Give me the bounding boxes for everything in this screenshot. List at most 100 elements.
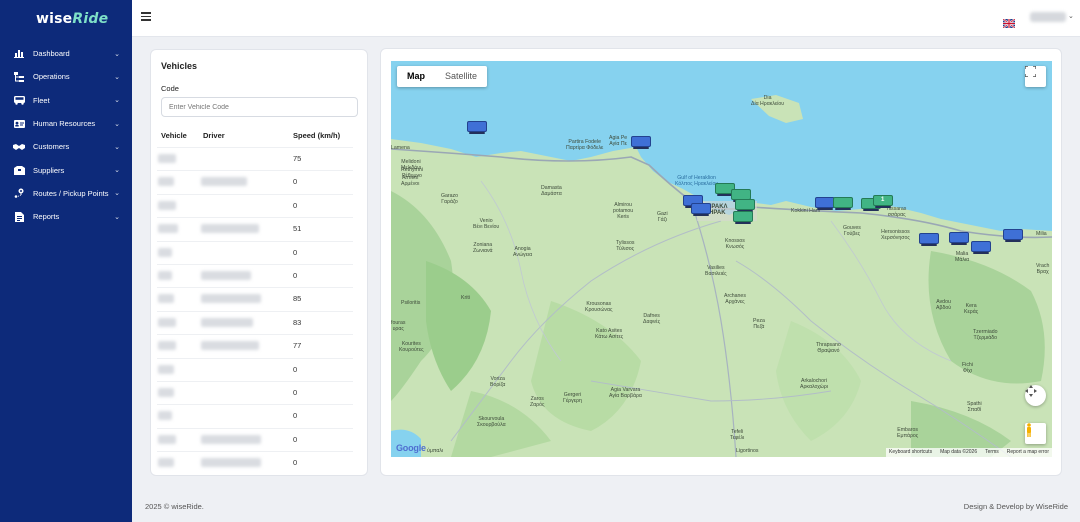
- map-type-satellite-button[interactable]: Satellite: [435, 66, 487, 87]
- sidebar-item-label: Dashboard: [33, 49, 70, 59]
- table-row[interactable]: 0: [157, 170, 353, 193]
- map-label: Lamena: [391, 145, 410, 151]
- operations-icon: [13, 71, 25, 83]
- topbar: ⌄: [132, 0, 1080, 37]
- vehicle-marker[interactable]: [919, 233, 939, 246]
- map-label: Gulf of Heraklion Κόλπος Ηρακλείου: [675, 175, 719, 187]
- table-row[interactable]: 0: [157, 240, 353, 264]
- route-icon: [13, 187, 25, 199]
- vehicle-marker[interactable]: [971, 241, 991, 254]
- uk-flag-icon[interactable]: [1002, 13, 1016, 29]
- vehicle-marker[interactable]: [735, 199, 755, 212]
- sidebar-item-customers[interactable]: Customers ⌄: [0, 135, 132, 158]
- sidebar-item-fleet[interactable]: Fleet ⌄: [0, 89, 132, 112]
- map-label: Zoniana Ζωνιανά: [473, 242, 493, 254]
- map-label: Agia Varvara Αγία Βαρβάρα: [609, 387, 642, 399]
- vehicle-code-input[interactable]: [161, 97, 358, 117]
- map-label: Damasta Δαμάστα: [541, 185, 562, 197]
- column-header-driver[interactable]: Driver: [203, 131, 225, 140]
- chevron-down-icon: ⌄: [114, 166, 120, 175]
- vehicle-marker[interactable]: [815, 197, 835, 210]
- vehicles-table-body: 75 0 0 51 0 0 85 83 77 0 0 0 0 0: [157, 147, 353, 474]
- map-label: Spathi Σπαθί: [967, 401, 982, 413]
- user-menu[interactable]: [1030, 12, 1066, 22]
- vehicle-marker[interactable]: [467, 121, 487, 134]
- map-label: Thrapsano Θραψανό: [816, 342, 841, 354]
- hamburger-menu-icon[interactable]: [141, 12, 151, 22]
- vehicle-cell: [158, 341, 176, 351]
- vehicle-cell: [158, 458, 174, 468]
- map-panel: Dia Δία Ηρακλείου Lamena Partira Fodele Πα…: [380, 48, 1062, 476]
- vehicle-marker[interactable]: [1003, 229, 1023, 242]
- table-row[interactable]: 0: [157, 451, 353, 474]
- map-label: fouras υρας: [391, 320, 406, 332]
- map-label: Almirou potamou Keris: [613, 202, 634, 220]
- table-row[interactable]: 0: [157, 380, 353, 404]
- map-label: Kokkini Hani: [791, 208, 820, 214]
- box-icon: [13, 164, 25, 176]
- sidebar-item-reports[interactable]: Reports ⌄: [0, 205, 132, 228]
- map-label: Hersonissos Χερσόνησος: [881, 229, 910, 241]
- vehicle-marker[interactable]: [733, 211, 753, 224]
- vehicle-marker[interactable]: 1: [873, 195, 893, 208]
- speed-cell: 0: [293, 458, 298, 468]
- driver-cell: [201, 317, 253, 327]
- driver-cell: [201, 270, 251, 280]
- column-header-speed[interactable]: Speed (km/h): [293, 131, 340, 140]
- map-label: Zaros Ζαρός: [530, 396, 545, 408]
- vehicle-marker[interactable]: [691, 203, 711, 216]
- map-label: Arkalochori Αρκαλοχώρι: [800, 378, 828, 390]
- chevron-down-icon: ⌄: [114, 212, 120, 221]
- table-row[interactable]: 77: [157, 334, 353, 357]
- speed-cell: 0: [293, 387, 298, 397]
- sidebar-item-operations[interactable]: Operations ⌄: [0, 65, 132, 88]
- table-row[interactable]: 0: [157, 193, 353, 217]
- map-label: Knossos Κνωσός: [725, 238, 745, 250]
- fullscreen-icon[interactable]: [1025, 66, 1046, 87]
- table-row[interactable]: 0: [157, 404, 353, 427]
- driver-cell: [201, 294, 261, 304]
- terms-link[interactable]: Terms: [985, 448, 999, 457]
- table-row[interactable]: 85: [157, 287, 353, 310]
- map-label: Tzermiado Τζερμιάδο: [973, 329, 998, 341]
- camera-control-icon[interactable]: [1025, 385, 1046, 406]
- speed-cell: 0: [293, 411, 298, 421]
- brand-logo[interactable]: wiseRide: [36, 11, 108, 27]
- vehicle-cell: [158, 434, 176, 444]
- table-row[interactable]: 75: [157, 147, 353, 170]
- table-row[interactable]: 0: [157, 427, 353, 451]
- speed-cell: 0: [293, 177, 298, 187]
- sidebar-item-dashboard[interactable]: Dashboard ⌄: [0, 42, 132, 65]
- map[interactable]: Dia Δία Ηρακλείου Lamena Partira Fodele Πα…: [391, 61, 1052, 457]
- map-label: Avdou Αβδού: [936, 299, 952, 311]
- keyboard-shortcuts-link[interactable]: Keyboard shortcuts: [889, 448, 932, 457]
- column-header-vehicle[interactable]: Vehicle: [161, 131, 187, 140]
- map-label: Milia: [1036, 231, 1047, 237]
- table-row[interactable]: 0: [157, 357, 353, 381]
- chevron-down-icon[interactable]: ⌄: [1068, 12, 1074, 20]
- chevron-down-icon: ⌄: [114, 189, 120, 198]
- map-label: Kriti: [461, 295, 470, 301]
- vehicle-marker[interactable]: [949, 232, 969, 245]
- sidebar-item-routes[interactable]: Routes / Pickup Points ⌄: [0, 182, 132, 205]
- pegman-icon[interactable]: [1025, 423, 1046, 444]
- map-label: Archanes Αρχάνες: [724, 293, 746, 305]
- speed-cell: 0: [293, 270, 298, 280]
- map-type-map-button[interactable]: Map: [397, 66, 435, 87]
- table-row[interactable]: 51: [157, 217, 353, 240]
- chevron-down-icon: ⌄: [114, 72, 120, 81]
- report-map-error-link[interactable]: Report a map error: [1007, 448, 1049, 457]
- driver-cell: [201, 434, 261, 444]
- vehicle-marker[interactable]: [631, 136, 651, 149]
- map-label: Skourvoula Σκουρβούλα: [477, 416, 506, 428]
- map-label: Gouves Γούβες: [843, 225, 861, 237]
- vehicle-cell: [158, 177, 174, 187]
- vehicle-marker[interactable]: [833, 197, 853, 210]
- report-icon: [13, 211, 25, 223]
- table-row[interactable]: 0: [157, 263, 353, 287]
- sidebar-item-suppliers[interactable]: Suppliers ⌄: [0, 158, 132, 181]
- table-row[interactable]: 83: [157, 310, 353, 334]
- sidebar-item-label: Operations: [33, 72, 70, 82]
- handshake-icon: [13, 141, 25, 153]
- sidebar-item-human-resources[interactable]: Human Resources ⌄: [0, 112, 132, 135]
